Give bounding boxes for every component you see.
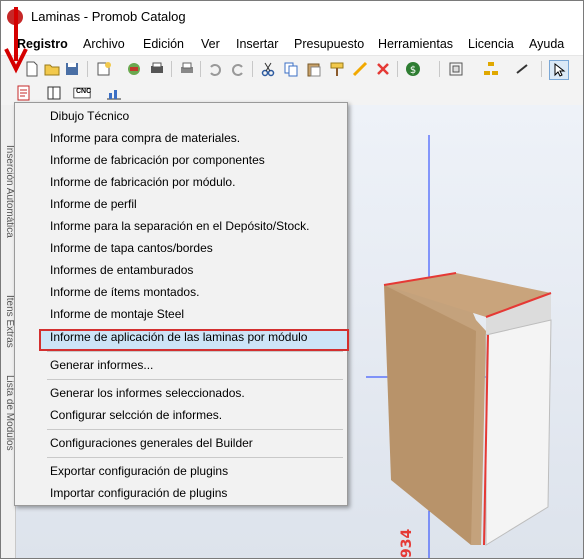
menu-herramientas[interactable]: Herramientas <box>378 37 453 51</box>
reports-dropdown-menu: Dibujo Técnico Informe para compra de ma… <box>14 102 349 506</box>
save-icon[interactable] <box>63 60 81 78</box>
main-toolbar: $ <box>1 55 583 82</box>
dimension-label: 934 <box>399 529 415 558</box>
toolbar-separator <box>541 61 542 77</box>
menu-separator <box>47 379 343 380</box>
open-folder-icon[interactable] <box>43 60 61 78</box>
toolbar-separator <box>87 61 88 77</box>
layout-icon[interactable] <box>45 84 63 102</box>
render-icon[interactable] <box>125 60 143 78</box>
app-window: Laminas - Promob Catalog Registro Archiv… <box>0 0 584 559</box>
red-arrow-icon <box>4 7 28 74</box>
menu-item-importar-plugins[interactable]: Importar configuración de plugins <box>50 486 227 500</box>
menu-item-configurar-seleccion[interactable]: Configurar selcción de informes. <box>50 408 222 422</box>
tab-items-extras[interactable]: Ítens Extras <box>1 295 15 355</box>
menu-item-entamburados[interactable]: Informes de entamburados <box>50 263 193 277</box>
menu-item-fabricacion-modulo[interactable]: Informe de fabricación por módulo. <box>50 175 235 189</box>
menu-item-generar-seleccionados[interactable]: Generar los informes seleccionados. <box>50 386 245 400</box>
menu-item-deposito-stock[interactable]: Informe para la separación en el Depósit… <box>50 219 309 233</box>
tab-lista-de-modulos[interactable]: Lista de Modulos <box>1 375 15 485</box>
toolbar-separator <box>397 61 398 77</box>
menu-item-configuraciones-builder[interactable]: Configuraciones generales del Builder <box>50 436 253 450</box>
undo-icon[interactable] <box>206 60 224 78</box>
price-icon[interactable]: $ <box>404 60 422 78</box>
menu-item-fabricacion-componentes[interactable]: Informe de fabricación por componentes <box>50 153 265 167</box>
toolbar-separator <box>252 61 253 77</box>
toolbar-separator <box>200 61 201 77</box>
menu-archivo[interactable]: Archivo <box>83 37 125 51</box>
hierarchy-icon[interactable] <box>482 60 500 78</box>
measure-tool-icon[interactable] <box>351 60 369 78</box>
toolbar-separator <box>171 61 172 77</box>
menu-item-exportar-plugins[interactable]: Exportar configuración de plugins <box>50 464 228 478</box>
menu-separator <box>47 351 343 352</box>
menu-item-montaje-steel[interactable]: Informe de montaje Steel <box>50 307 184 321</box>
toolbar-separator <box>439 61 440 77</box>
group-icon[interactable] <box>447 60 465 78</box>
menu-separator <box>47 457 343 458</box>
menu-ayuda[interactable]: Ayuda <box>529 37 564 51</box>
cut-icon[interactable] <box>259 60 277 78</box>
menu-item-generar-informes[interactable]: Generar informes... <box>50 358 153 372</box>
menu-item-tapa-cantos[interactable]: Informe de tapa cantos/bordes <box>50 241 213 255</box>
reports-icon[interactable] <box>15 84 33 102</box>
menu-item-aplicacion-laminas[interactable]: Informe de aplicación de las laminas por… <box>50 330 307 344</box>
menu-separator <box>47 429 343 430</box>
rotate-tool-icon[interactable] <box>513 60 531 78</box>
paste-icon[interactable] <box>305 60 323 78</box>
print-preview-icon[interactable] <box>148 60 166 78</box>
cnc-label: CNC <box>76 88 92 95</box>
menu-edicion[interactable]: Edición <box>143 37 184 51</box>
copy-icon[interactable] <box>282 60 300 78</box>
menu-item-items-montados[interactable]: Informe de ítems montados. <box>50 285 199 299</box>
delete-icon[interactable] <box>374 60 392 78</box>
format-painter-icon[interactable] <box>328 60 346 78</box>
print-icon[interactable] <box>178 60 196 78</box>
tab-insercion-automatica[interactable]: Inserción Automática <box>1 145 15 275</box>
menu-gutter <box>15 103 43 505</box>
chart-tool-icon[interactable] <box>105 84 123 102</box>
menu-item-dibujo-tecnico[interactable]: Dibujo Técnico <box>50 109 129 123</box>
menu-ver[interactable]: Ver <box>201 37 220 51</box>
title-bar: Laminas - Promob Catalog <box>1 1 583 33</box>
new-project-icon[interactable] <box>95 60 113 78</box>
window-title: Laminas - Promob Catalog <box>31 9 186 24</box>
menu-licencia[interactable]: Licencia <box>468 37 514 51</box>
cabinet-door <box>485 319 552 546</box>
menu-bar: Registro Archivo Edición Ver Insertar Pr… <box>1 33 583 55</box>
cnc-icon[interactable]: CNC <box>73 84 95 102</box>
menu-item-compra-materiales[interactable]: Informe para compra de materiales. <box>50 131 240 145</box>
menu-insertar[interactable]: Insertar <box>236 37 278 51</box>
select-pointer-icon[interactable] <box>549 60 569 80</box>
menu-item-perfil[interactable]: Informe de perfil <box>50 197 137 211</box>
menu-presupuesto[interactable]: Presupuesto <box>294 37 364 51</box>
redo-icon[interactable] <box>229 60 247 78</box>
svg-text:$: $ <box>410 65 416 76</box>
